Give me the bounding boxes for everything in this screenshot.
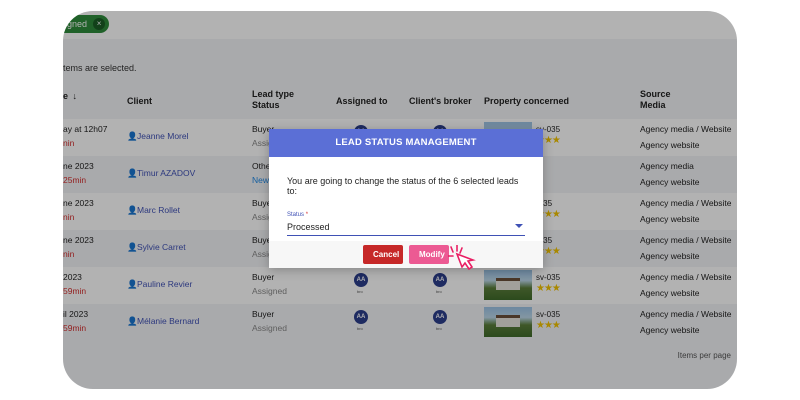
status-value: Processed xyxy=(287,222,330,232)
modify-button[interactable]: Modify xyxy=(409,245,449,264)
dropdown-arrow-icon[interactable] xyxy=(515,224,523,228)
dialog-message: You are going to change the status of th… xyxy=(287,176,519,196)
dialog-title: LEAD STATUS MANAGEMENT xyxy=(269,129,543,157)
leads-app: gned × tems are selected. e ↓ Client Lea… xyxy=(63,11,737,389)
pointer-click-icon xyxy=(448,245,476,271)
status-label: Status * xyxy=(287,212,309,218)
screenshot-frame: gned × tems are selected. e ↓ Client Lea… xyxy=(63,11,737,389)
lead-status-dialog: LEAD STATUS MANAGEMENT You are going to … xyxy=(269,129,543,268)
cancel-button[interactable]: Cancel xyxy=(363,245,403,264)
status-select[interactable]: Status * Processed xyxy=(287,212,525,236)
dialog-actions: Cancel Modify xyxy=(269,241,543,268)
